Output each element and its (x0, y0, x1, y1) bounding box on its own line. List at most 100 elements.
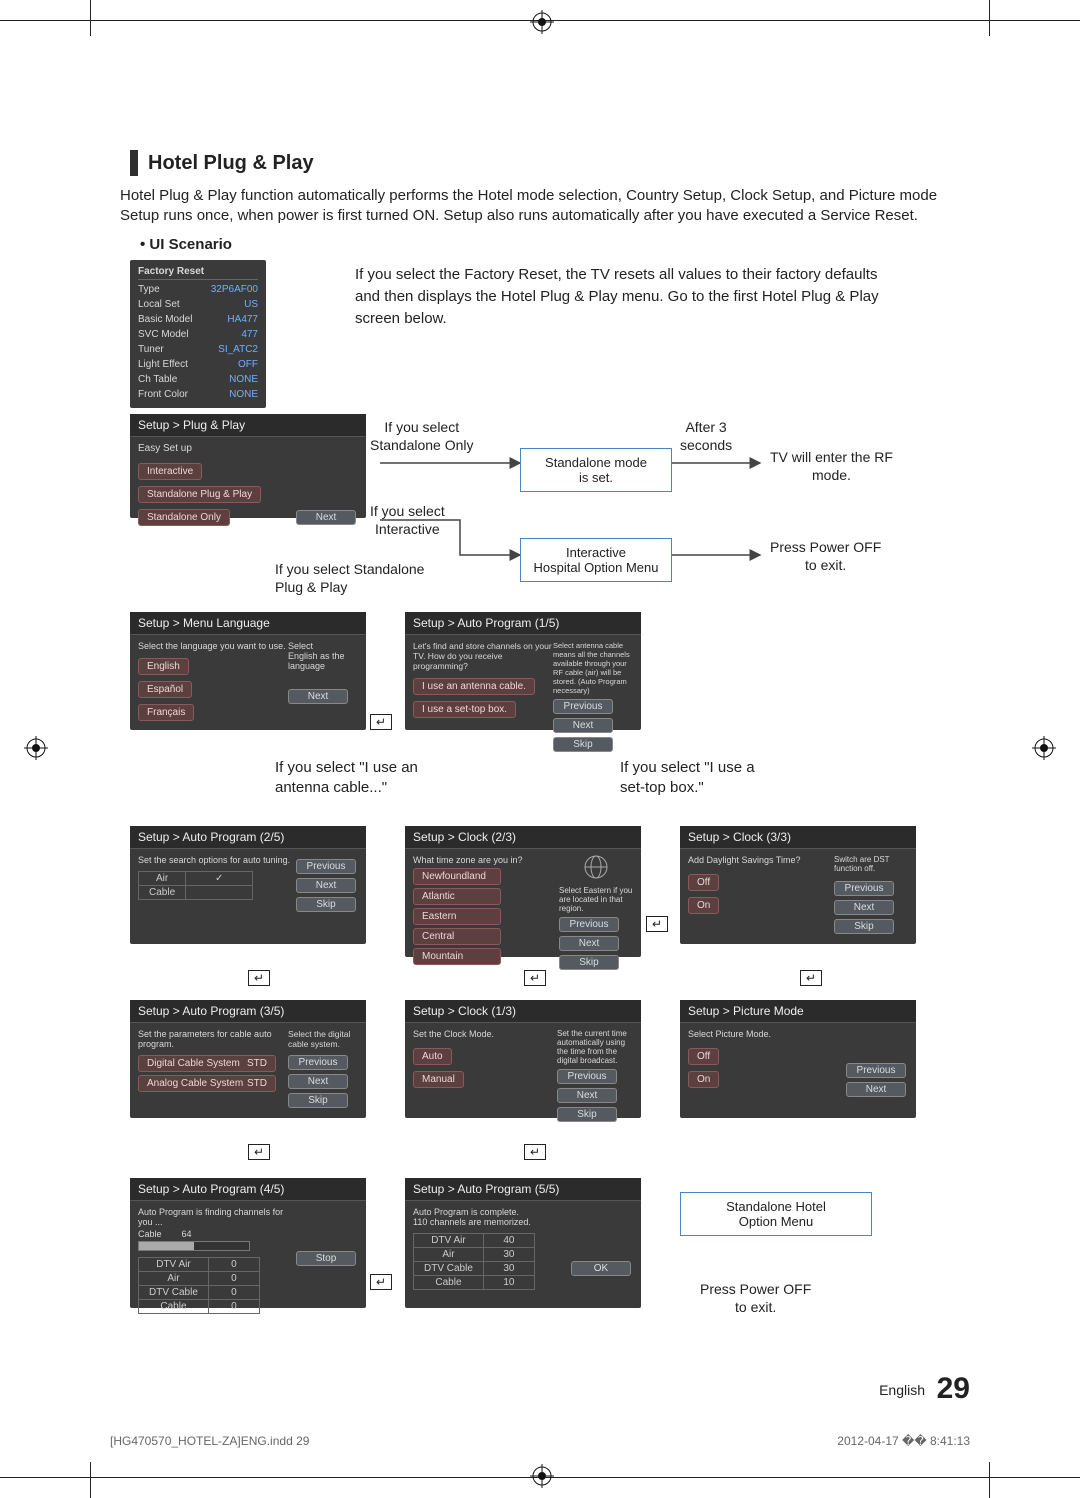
next-button[interactable]: Next (557, 1088, 617, 1103)
skip-button[interactable]: Skip (834, 919, 894, 934)
opt-settop[interactable]: I use a set-top box. (413, 701, 516, 718)
lbl-standalone-pp: If you select Standalone Plug & Play (275, 560, 424, 596)
auto5-prompt: Auto Program is complete. (413, 1207, 571, 1217)
crop-v2b (989, 1462, 990, 1498)
clock2-hdr: Setup > Clock (2/3) (405, 826, 641, 849)
box-standalone-hotel: Standalone Hotel Option Menu (680, 1192, 872, 1236)
opt-standalone-pp[interactable]: Standalone Plug & Play (138, 486, 261, 503)
section-bar-icon (130, 150, 138, 176)
lbl-press-off-2: Press Power OFF to exit. (700, 1280, 811, 1316)
next-button[interactable]: Next (296, 510, 356, 525)
auto1-note: Select antenna cable means all the chann… (553, 641, 633, 695)
return-icon: ↵ (248, 1144, 270, 1160)
panel-menu-lang: Setup > Menu Language Select the languag… (130, 612, 366, 730)
clock1-prompt: Set the Clock Mode. (413, 1029, 557, 1039)
crop-v1b (90, 1462, 91, 1498)
plug-play-hdr: Setup > Plug & Play (130, 414, 366, 437)
panel-auto2: Setup > Auto Program (2/5) Set the searc… (130, 826, 366, 944)
row-analog[interactable]: Analog Cable System (147, 1078, 243, 1089)
skip-button[interactable]: Skip (288, 1093, 348, 1108)
box-standalone-mode: Standalone mode is set. (520, 448, 672, 492)
opt-auto[interactable]: Auto (413, 1048, 452, 1065)
page-number: 29 (937, 1372, 970, 1406)
next-button[interactable]: Next (288, 689, 348, 704)
bullet-ui-scenario: UI Scenario (140, 236, 232, 253)
skip-button[interactable]: Skip (559, 955, 619, 970)
panel-auto1: Setup > Auto Program (1/5) Let's find an… (405, 612, 641, 730)
opt-francais[interactable]: Français (138, 704, 194, 721)
panel-clock1: Setup > Clock (1/3) Set the Clock Mode. … (405, 1000, 641, 1118)
opt-english[interactable]: English (138, 658, 189, 675)
opt-interactive[interactable]: Interactive (138, 463, 202, 480)
opt-antenna[interactable]: I use an antenna cable. (413, 678, 535, 695)
lbl-after3: After 3 seconds (680, 418, 732, 454)
section-title: Hotel Plug & Play (148, 152, 314, 175)
opt-central[interactable]: Central (413, 928, 501, 945)
panel-auto3: Setup > Auto Program (3/5) Set the param… (130, 1000, 366, 1118)
lbl-settop: If you select "I use a set-top box." (620, 758, 755, 797)
previous-button[interactable]: Previous (834, 881, 894, 896)
clock1-note: Set the current time automatically using… (557, 1029, 633, 1065)
auto4-table: DTV Air0 Air0 DTV Cable0 Cable0 (138, 1257, 260, 1314)
crop-v2 (989, 0, 990, 36)
panel-plug-play: Setup > Plug & Play Easy Set up Interact… (130, 414, 366, 518)
previous-button[interactable]: Previous (557, 1069, 617, 1084)
opt-mountain[interactable]: Mountain (413, 948, 501, 965)
registration-mark-right (1032, 736, 1056, 760)
return-icon: ↵ (524, 1144, 546, 1160)
clock2-prompt: What time zone are you in? (413, 855, 559, 865)
auto2-prompt: Set the search options for auto tuning. (138, 855, 296, 865)
next-button[interactable]: Next (288, 1074, 348, 1089)
auto4-hdr: Setup > Auto Program (4/5) (130, 1178, 366, 1201)
factory-reset-title: Factory Reset (138, 266, 258, 280)
opt-espanol[interactable]: Español (138, 681, 192, 698)
text-top: If you select the Factory Reset, the TV … (355, 264, 900, 329)
skip-button[interactable]: Skip (557, 1107, 617, 1122)
opt-manual[interactable]: Manual (413, 1071, 464, 1088)
return-icon: ↵ (370, 1274, 392, 1290)
panel-auto5: Setup > Auto Program (5/5) Auto Program … (405, 1178, 641, 1308)
skip-button[interactable]: Skip (296, 897, 356, 912)
opt-off[interactable]: Off (688, 874, 719, 891)
clock3-hdr: Setup > Clock (3/3) (680, 826, 916, 849)
menu-lang-prompt: Select the language you want to use. (138, 641, 288, 651)
row-digital[interactable]: Digital Cable System (147, 1058, 240, 1069)
next-button[interactable]: Next (846, 1082, 906, 1097)
clock3-prompt: Add Daylight Savings Time? (688, 855, 834, 865)
next-button[interactable]: Next (834, 900, 894, 915)
opt-atlantic[interactable]: Atlantic (413, 888, 501, 905)
section-header: Hotel Plug & Play (130, 150, 314, 176)
panel-picture: Setup > Picture Mode Select Picture Mode… (680, 1000, 916, 1118)
opt-newfoundland[interactable]: Newfoundland (413, 868, 501, 885)
lbl-interactive: If you select Interactive (370, 502, 445, 538)
stop-button[interactable]: Stop (296, 1251, 356, 1266)
opt-on[interactable]: On (688, 1071, 719, 1088)
clock3-note: Switch are DST function off. (834, 855, 908, 873)
previous-button[interactable]: Previous (553, 699, 613, 714)
skip-button[interactable]: Skip (553, 737, 613, 752)
auto2-table[interactable]: Air✓ Cable (138, 871, 253, 900)
next-button[interactable]: Next (296, 878, 356, 893)
footer-right: 2012-04-17 �� 8:41:13 (837, 1434, 970, 1448)
previous-button[interactable]: Previous (296, 859, 356, 874)
section-intro: Hotel Plug & Play function automatically… (120, 186, 950, 227)
opt-off[interactable]: Off (688, 1048, 719, 1065)
next-button[interactable]: Next (553, 718, 613, 733)
previous-button[interactable]: Previous (559, 917, 619, 932)
next-button[interactable]: Next (559, 936, 619, 951)
panel-factory-reset: Factory Reset Type32P6AF00 Local SetUS B… (130, 260, 266, 408)
panel-auto4: Setup > Auto Program (4/5) Auto Program … (130, 1178, 366, 1308)
opt-standalone-only[interactable]: Standalone Only (138, 509, 230, 526)
opt-on[interactable]: On (688, 897, 719, 914)
return-icon: ↵ (646, 916, 668, 932)
previous-button[interactable]: Previous (846, 1063, 906, 1078)
lbl-press-off: Press Power OFF to exit. (770, 538, 881, 574)
ok-button[interactable]: OK (571, 1261, 631, 1276)
auto3-note: Select the digital cable system. (288, 1029, 358, 1049)
opt-eastern[interactable]: Eastern (413, 908, 501, 925)
auto4-cable-label: Cable (138, 1229, 162, 1239)
previous-button[interactable]: Previous (288, 1055, 348, 1070)
return-icon: ↵ (524, 970, 546, 986)
picture-prompt: Select Picture Mode. (688, 1029, 846, 1039)
auto1-hdr: Setup > Auto Program (1/5) (405, 612, 641, 635)
